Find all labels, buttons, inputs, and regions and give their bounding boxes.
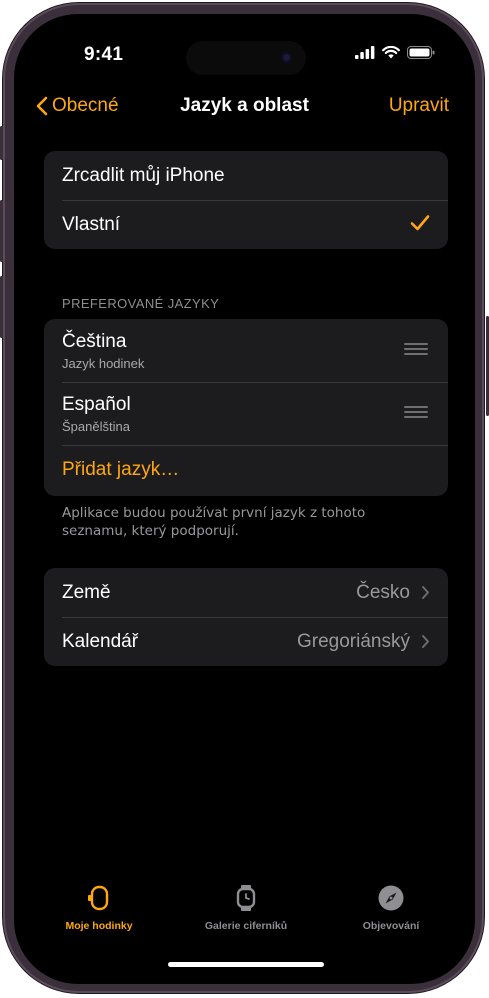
preferred-languages-group: Čeština Jazyk hodinek Español Španělštin… <box>44 319 448 496</box>
screen: 9:41 Obecné Jazyk a oblast Upravit Zrcad… <box>14 14 475 984</box>
region-row-calendar[interactable]: Kalendář Gregoriánský <box>44 617 448 666</box>
battery-icon <box>407 46 435 59</box>
status-time: 9:41 <box>84 44 124 65</box>
reorder-handle-icon[interactable] <box>404 343 428 356</box>
language-name: Čeština <box>62 330 127 352</box>
chevron-left-icon <box>36 96 48 116</box>
checkmark-icon <box>410 215 430 231</box>
tab-my-watch[interactable]: Moje hodinky <box>58 884 140 932</box>
option-custom[interactable]: Vlastní <box>44 200 448 249</box>
language-name: Español <box>62 393 131 415</box>
watch-side-icon <box>88 885 109 911</box>
region-row-country[interactable]: Země Česko <box>44 568 448 617</box>
tab-label: Objevování <box>362 920 420 932</box>
side-button-volume-down <box>0 276 3 338</box>
option-mirror-iphone[interactable]: Zrcadlit můj iPhone <box>44 151 448 200</box>
row-label: Kalendář <box>62 630 139 652</box>
tab-discover[interactable]: Objevování <box>354 884 428 932</box>
language-subtitle: Španělština <box>62 418 130 434</box>
camera-icon <box>281 52 292 63</box>
language-subtitle: Jazyk hodinek <box>62 355 145 371</box>
chevron-right-icon <box>422 586 429 599</box>
tab-label: Galerie ciferníků <box>204 920 288 932</box>
edit-button[interactable]: Upravit <box>389 92 449 120</box>
row-label: Země <box>62 581 111 603</box>
row-value: Česko <box>356 581 410 603</box>
section-header-languages: PREFEROVANÉ JAZYKY <box>62 296 220 311</box>
tab-bar: Moje hodinky Galerie ciferníků Objevován… <box>14 884 475 944</box>
add-language-label: Přidat jazyk… <box>62 459 180 480</box>
back-button[interactable]: Obecné <box>36 92 119 120</box>
cellular-signal-icon <box>355 46 375 59</box>
side-button-volume-up <box>0 200 3 262</box>
add-language-button[interactable]: Přidat jazyk… <box>44 445 448 495</box>
region-group: Země Česko Kalendář Gregoriánský <box>44 568 448 666</box>
home-indicator[interactable] <box>168 962 324 967</box>
side-button-silent <box>0 126 3 160</box>
row-value: Gregoriánský <box>297 630 410 652</box>
languages-footer-note: Aplikace budou používat první jazyk z to… <box>62 505 366 539</box>
status-icons <box>355 46 435 59</box>
option-label: Vlastní <box>62 213 121 235</box>
navigation-bar: Obecné Jazyk a oblast Upravit <box>14 92 475 122</box>
back-button-label: Obecné <box>52 95 119 116</box>
option-label: Zrcadlit můj iPhone <box>62 164 225 186</box>
reorder-handle-icon[interactable] <box>404 406 428 419</box>
tab-label: Moje hodinky <box>65 920 133 932</box>
watch-face-icon <box>236 885 256 911</box>
chevron-right-icon <box>422 635 429 648</box>
language-item-czech[interactable]: Čeština Jazyk hodinek <box>44 319 448 382</box>
language-item-spanish[interactable]: Español Španělština <box>44 382 448 445</box>
compass-icon <box>378 885 404 911</box>
language-source-group: Zrcadlit můj iPhone Vlastní <box>44 151 448 249</box>
tab-face-gallery[interactable]: Galerie ciferníků <box>198 884 294 932</box>
wifi-icon <box>382 46 400 59</box>
dynamic-island <box>186 41 306 75</box>
